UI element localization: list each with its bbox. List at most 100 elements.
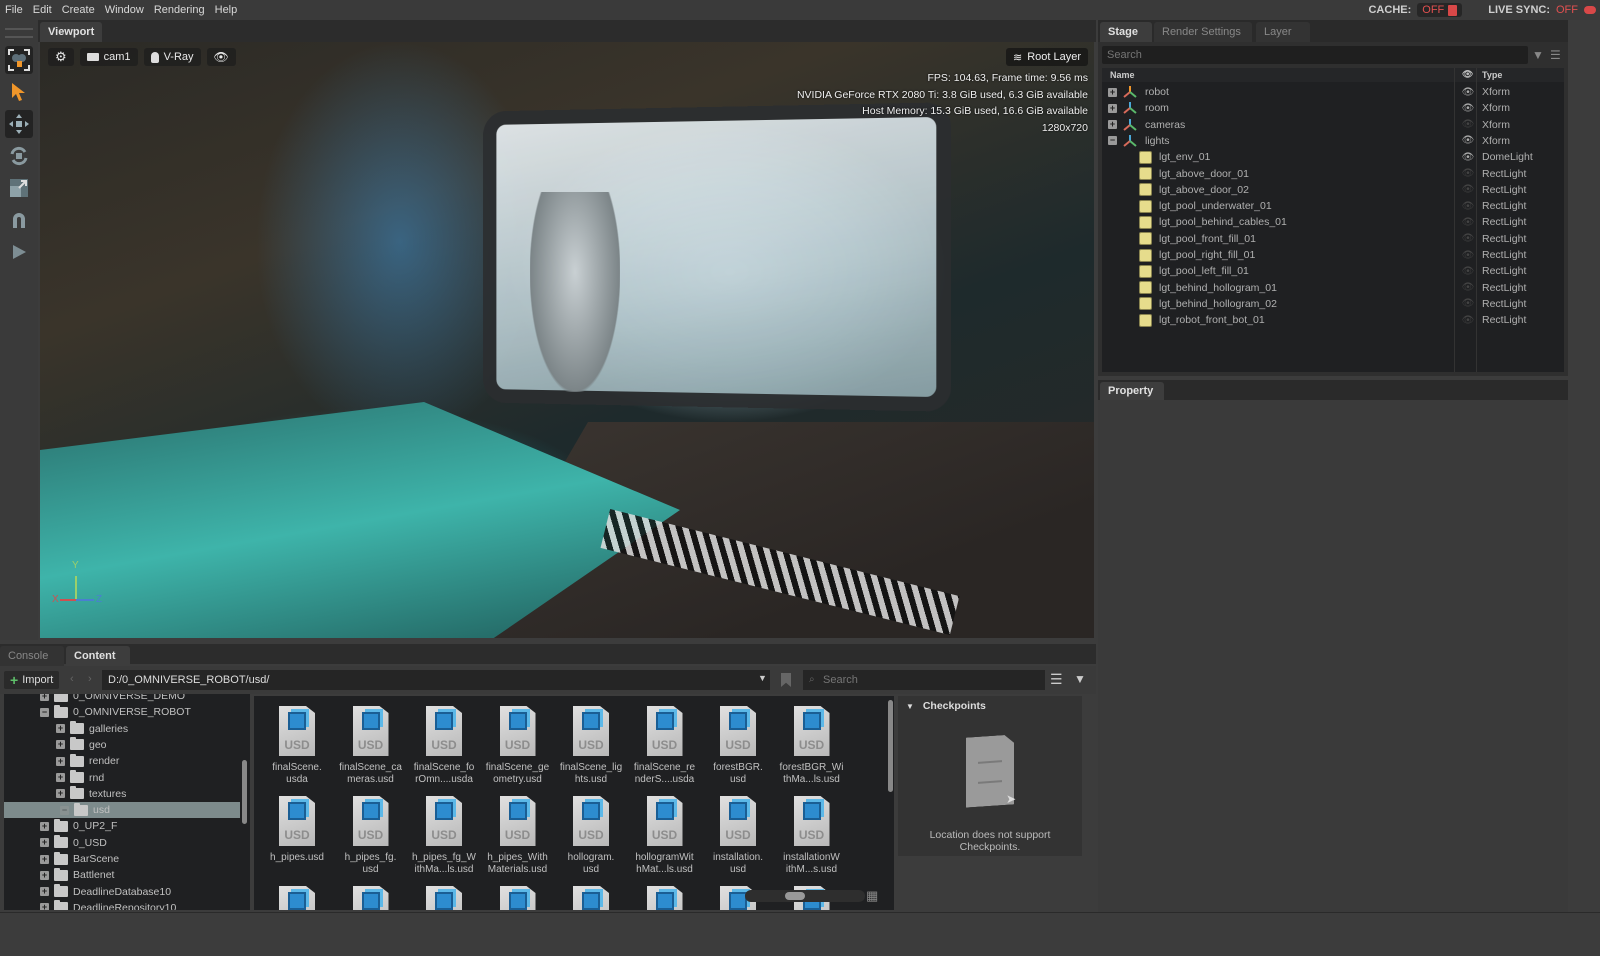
thumbnail-size-slider[interactable] (745, 890, 865, 902)
file-grid-scrollbar[interactable] (888, 700, 893, 792)
menu-help[interactable]: Help (210, 4, 243, 16)
file-item[interactable]: USD h_pipes_fg_W ithMa...ls.usd (407, 796, 481, 875)
folder-usd[interactable]: − usd (4, 802, 240, 819)
expand-icon[interactable]: + (40, 870, 49, 880)
menu-edit[interactable]: Edit (28, 4, 57, 16)
file-item[interactable]: USD (334, 886, 408, 910)
visibility-eye-icon[interactable]: 👁 (1460, 168, 1476, 179)
menu-file[interactable]: File (0, 4, 28, 16)
folder-0_UP2_F[interactable]: +0_UP2_F (40, 818, 117, 834)
folder-0_OMNIVERSE_ROBOT[interactable]: − 0_OMNIVERSE_ROBOT (40, 704, 191, 720)
pointer-icon[interactable] (5, 78, 33, 106)
checkpoints-header[interactable]: ▼ Checkpoints (906, 700, 986, 712)
stage-row-lgt_above_door_01[interactable]: lgt_above_door_01 👁 RectLight (1102, 166, 1564, 182)
visibility-eye-icon[interactable]: 👁 (1460, 135, 1476, 146)
visibility-eye-icon[interactable]: 👁 (1460, 233, 1476, 244)
collapse-icon[interactable]: − (60, 805, 69, 815)
filter-icon[interactable]: ▼ (1532, 48, 1544, 62)
renderer-select-button[interactable]: V-Ray (143, 48, 201, 66)
rotate-icon[interactable] (5, 142, 33, 170)
column-name[interactable]: Name (1110, 70, 1135, 80)
stage-row-lgt_pool_left_fill_01[interactable]: lgt_pool_left_fill_01 👁 RectLight (1102, 263, 1564, 279)
play-icon[interactable] (5, 238, 33, 266)
tab-layer[interactable]: Layer (1256, 22, 1310, 42)
visibility-eye-icon[interactable]: 👁 (1460, 103, 1476, 114)
folder-Battlenet[interactable]: + Battlenet (40, 867, 114, 883)
slider-thumb[interactable] (785, 892, 805, 900)
expand-icon[interactable]: + (1108, 87, 1117, 97)
folder-DeadlineDatabase10[interactable]: + DeadlineDatabase10 (40, 884, 171, 900)
file-item[interactable]: USD hollogram. usd (554, 796, 628, 875)
expand-icon[interactable]: + (40, 821, 49, 831)
visibility-eye-icon[interactable]: 👁 (1460, 152, 1476, 163)
viewport-settings-button[interactable]: ⚙ (48, 48, 74, 66)
grid-view-icon[interactable]: ▦ (866, 888, 878, 904)
options-menu-icon[interactable]: ☰ (1550, 48, 1561, 62)
visibility-eye-icon[interactable]: 👁 (1460, 87, 1476, 98)
snap-magnet-icon[interactable] (5, 206, 33, 234)
stage-row-lights[interactable]: − lights 👁 Xform (1102, 133, 1564, 149)
collapse-icon[interactable]: − (1108, 136, 1117, 146)
tab-content[interactable]: Content (66, 646, 130, 666)
viewport-render[interactable]: ⚙ cam1 V-Ray 👁 ≋ Root Layer FPS: 104.63,… (40, 42, 1094, 638)
select-mode-icon[interactable] (5, 46, 33, 74)
eye-column-icon[interactable]: 👁 (1462, 69, 1473, 80)
list-view-icon[interactable]: ☰ (1050, 671, 1063, 688)
camera-select-button[interactable]: cam1 (79, 48, 138, 66)
folder-geo[interactable]: + geo (56, 737, 107, 753)
file-item[interactable]: USD forestBGR. usd (701, 706, 775, 785)
file-item[interactable]: USD finalScene_lig hts.usd (554, 706, 628, 785)
column-type[interactable]: Type (1482, 70, 1502, 80)
expand-icon[interactable]: + (40, 903, 49, 910)
stage-row-lgt_pool_front_fill_01[interactable]: lgt_pool_front_fill_01 👁 RectLight (1102, 231, 1564, 247)
file-item[interactable]: USD h_pipes_fg. usd (334, 796, 408, 875)
menu-rendering[interactable]: Rendering (149, 4, 210, 16)
expand-icon[interactable]: + (56, 724, 65, 734)
path-dropdown-icon[interactable]: ▼ (758, 673, 767, 683)
folder-0_OMNIVERSE_DEMO[interactable]: +0_OMNIVERSE_DEMO (40, 694, 185, 704)
folder-textures[interactable]: + textures (56, 786, 126, 802)
file-item[interactable]: USD installation. usd (701, 796, 775, 875)
tab-render-settings[interactable]: Render Settings (1154, 22, 1252, 42)
visibility-eye-icon[interactable]: 👁 (1460, 184, 1476, 195)
visibility-eye-icon[interactable]: 👁 (1460, 315, 1476, 326)
tab-console[interactable]: Console (0, 646, 64, 666)
root-layer-button[interactable]: ≋ Root Layer (1005, 48, 1088, 66)
file-item[interactable]: USD finalScene_ge ometry.usd (481, 706, 555, 785)
file-item[interactable]: USD (407, 886, 481, 910)
expand-icon[interactable]: + (1108, 120, 1117, 130)
cache-toggle[interactable]: OFF (1417, 3, 1463, 17)
filter-icon[interactable]: ▼ (1074, 672, 1086, 686)
menu-create[interactable]: Create (57, 4, 100, 16)
file-item[interactable]: USD hollogramWit hMat...ls.usd (628, 796, 702, 875)
file-item[interactable]: USD finalScene. usda (260, 706, 334, 785)
visibility-eye-icon[interactable]: 👁 (1460, 119, 1476, 130)
menu-window[interactable]: Window (100, 4, 149, 16)
visibility-eye-icon[interactable]: 👁 (1460, 266, 1476, 277)
collapse-icon[interactable]: − (40, 707, 49, 717)
tab-viewport[interactable]: Viewport (40, 22, 103, 42)
stage-row-lgt_robot_front_bot_01[interactable]: lgt_robot_front_bot_01 👁 RectLight (1102, 312, 1564, 328)
visibility-eye-icon[interactable]: 👁 (1460, 298, 1476, 309)
stage-row-cameras[interactable]: + cameras 👁 Xform (1102, 117, 1564, 133)
folder-BarScene[interactable]: + BarScene (40, 851, 119, 867)
file-item[interactable]: USD h_pipes.usd (260, 796, 334, 864)
file-item[interactable]: USD finalScene_ca meras.usd (334, 706, 408, 785)
expand-icon[interactable]: + (40, 854, 49, 864)
forward-arrow-icon[interactable]: › (88, 673, 92, 685)
tab-stage[interactable]: Stage (1100, 22, 1152, 42)
folder-render[interactable]: + render (56, 753, 119, 769)
visibility-eye-icon[interactable]: 👁 (1460, 217, 1476, 228)
expand-icon[interactable]: + (1108, 103, 1117, 113)
file-item[interactable]: USD (260, 886, 334, 910)
expand-icon[interactable]: + (56, 740, 65, 750)
expand-icon[interactable]: + (56, 789, 65, 799)
folder-rnd[interactable]: + rnd (56, 770, 104, 786)
visibility-eye-icon[interactable]: 👁 (1460, 201, 1476, 212)
file-item[interactable]: USD (554, 886, 628, 910)
stage-row-robot[interactable]: + robot 👁 Xform (1102, 84, 1564, 100)
expand-icon[interactable]: + (40, 838, 49, 848)
visibility-button[interactable]: 👁 (206, 48, 236, 66)
expand-icon[interactable]: + (40, 887, 49, 897)
live-sync-value[interactable]: OFF (1556, 4, 1578, 16)
